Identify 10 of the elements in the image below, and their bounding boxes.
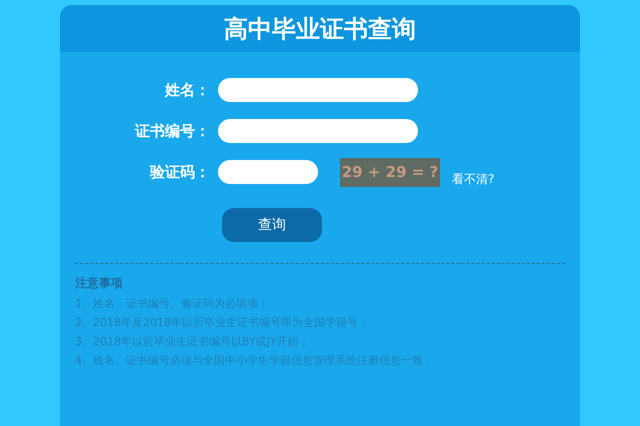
text-field[interactable] [218,78,418,102]
notes-title: 注意事项 [75,275,124,292]
page-title: 高中毕业证书查询 [224,14,416,44]
captcha-image: 29 + 29 = ? [340,158,440,186]
text-field[interactable] [218,119,418,143]
field-label: 姓名： [165,80,210,101]
field-label: 验证码： [150,162,210,183]
field-label: 证书编号： [135,120,210,142]
query-button[interactable]: 查询 [222,208,322,242]
captcha-field[interactable] [218,160,318,184]
